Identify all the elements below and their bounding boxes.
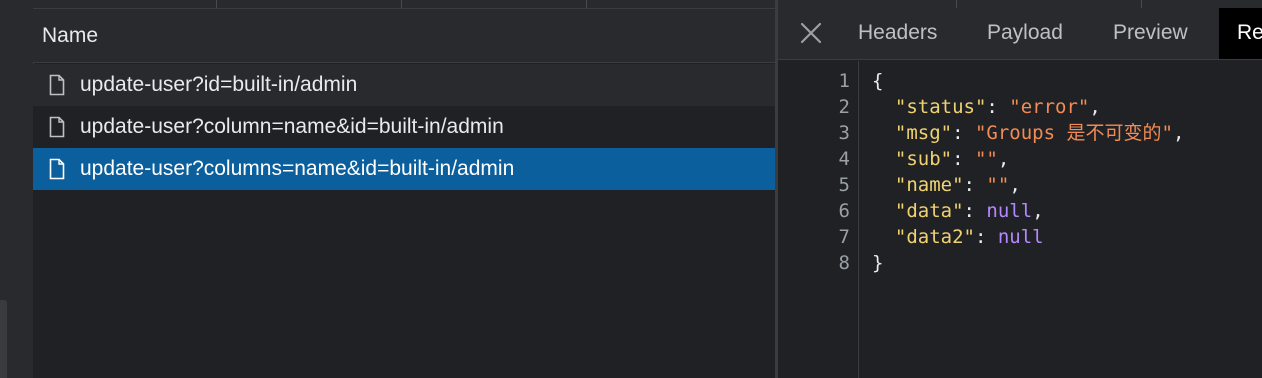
line-number: 4 [838, 148, 850, 170]
request-list: update-user?id=built-in/admin update-use… [33, 64, 775, 378]
request-name: update-user?id=built-in/admin [80, 73, 358, 96]
line-number: 7 [838, 226, 850, 248]
column-divider[interactable] [216, 0, 217, 8]
line-number: 8 [838, 252, 850, 274]
code-line: "data": null, [894, 200, 1044, 222]
json-key: "data" [894, 200, 964, 222]
code-line: "name": "", [894, 174, 1021, 196]
request-row[interactable]: update-user?id=built-in/admin [33, 64, 775, 106]
json-key: "data2" [894, 226, 975, 248]
json-comma: , [997, 148, 1010, 170]
tab-headers[interactable]: Headers [858, 21, 937, 45]
file-icon [49, 74, 65, 96]
line-number: 1 [838, 70, 850, 92]
close-icon[interactable] [796, 18, 826, 48]
name-column-title: Name [42, 24, 99, 47]
json-value: null [986, 200, 1033, 222]
request-row[interactable]: update-user?column=name&id=built-in/admi… [33, 106, 775, 148]
file-icon [49, 158, 65, 180]
code-line: "status": "error", [894, 96, 1101, 118]
column-divider [956, 0, 957, 8]
line-number-gutter: 1 2 3 4 5 6 7 8 [778, 61, 859, 378]
column-divider[interactable] [401, 0, 402, 8]
code-line: } [872, 250, 883, 276]
json-comma: , [1089, 96, 1101, 118]
detail-tabs-bar: Headers Payload Preview Re [778, 8, 1262, 60]
json-brace: { [872, 70, 884, 92]
response-viewer: 1 2 3 4 5 6 7 8 { "status": "error", "ms… [778, 61, 1262, 378]
json-brace: } [872, 252, 884, 274]
json-key: "status" [894, 96, 987, 118]
json-key: "name" [894, 174, 964, 196]
json-value: null [997, 226, 1044, 248]
column-divider [1141, 0, 1142, 8]
code-line: "data2": null [894, 226, 1044, 248]
column-divider[interactable] [586, 0, 587, 8]
network-panel: Name update-user?id=built-in/admin updat… [0, 0, 1262, 378]
file-icon [49, 116, 65, 138]
code-line: { [872, 68, 883, 94]
code-line: "sub": "", [894, 148, 1010, 170]
json-key: "sub" [894, 148, 953, 170]
request-name: update-user?columns=name&id=built-in/adm… [80, 157, 515, 180]
json-key: "msg" [894, 122, 953, 144]
scrollbar[interactable] [0, 300, 7, 378]
json-comma: , [1009, 174, 1021, 196]
json-value: "error" [1009, 96, 1090, 118]
tab-payload[interactable]: Payload [987, 21, 1063, 45]
line-number: 3 [838, 122, 850, 144]
request-name: update-user?column=name&id=built-in/admi… [80, 115, 504, 138]
code-line: "msg": "Groups 是不可变的", [894, 122, 1185, 144]
column-header-strip [33, 0, 775, 9]
json-comma: , [1032, 200, 1044, 222]
json-value: "" [986, 174, 1010, 196]
json-comma: , [1172, 122, 1185, 144]
tab-response[interactable]: Re [1219, 8, 1262, 59]
name-column-header[interactable]: Name [33, 9, 775, 63]
json-value: "Groups 是不可变的" [974, 122, 1173, 144]
left-sidebar-strip [0, 0, 34, 378]
line-number: 6 [838, 200, 850, 222]
request-row-selected[interactable]: update-user?columns=name&id=built-in/adm… [33, 148, 775, 190]
line-number: 2 [838, 96, 850, 118]
line-number: 5 [838, 174, 850, 196]
json-value: "" [974, 148, 998, 170]
tab-preview[interactable]: Preview [1113, 21, 1188, 45]
tabs-top-strip [778, 0, 1262, 8]
